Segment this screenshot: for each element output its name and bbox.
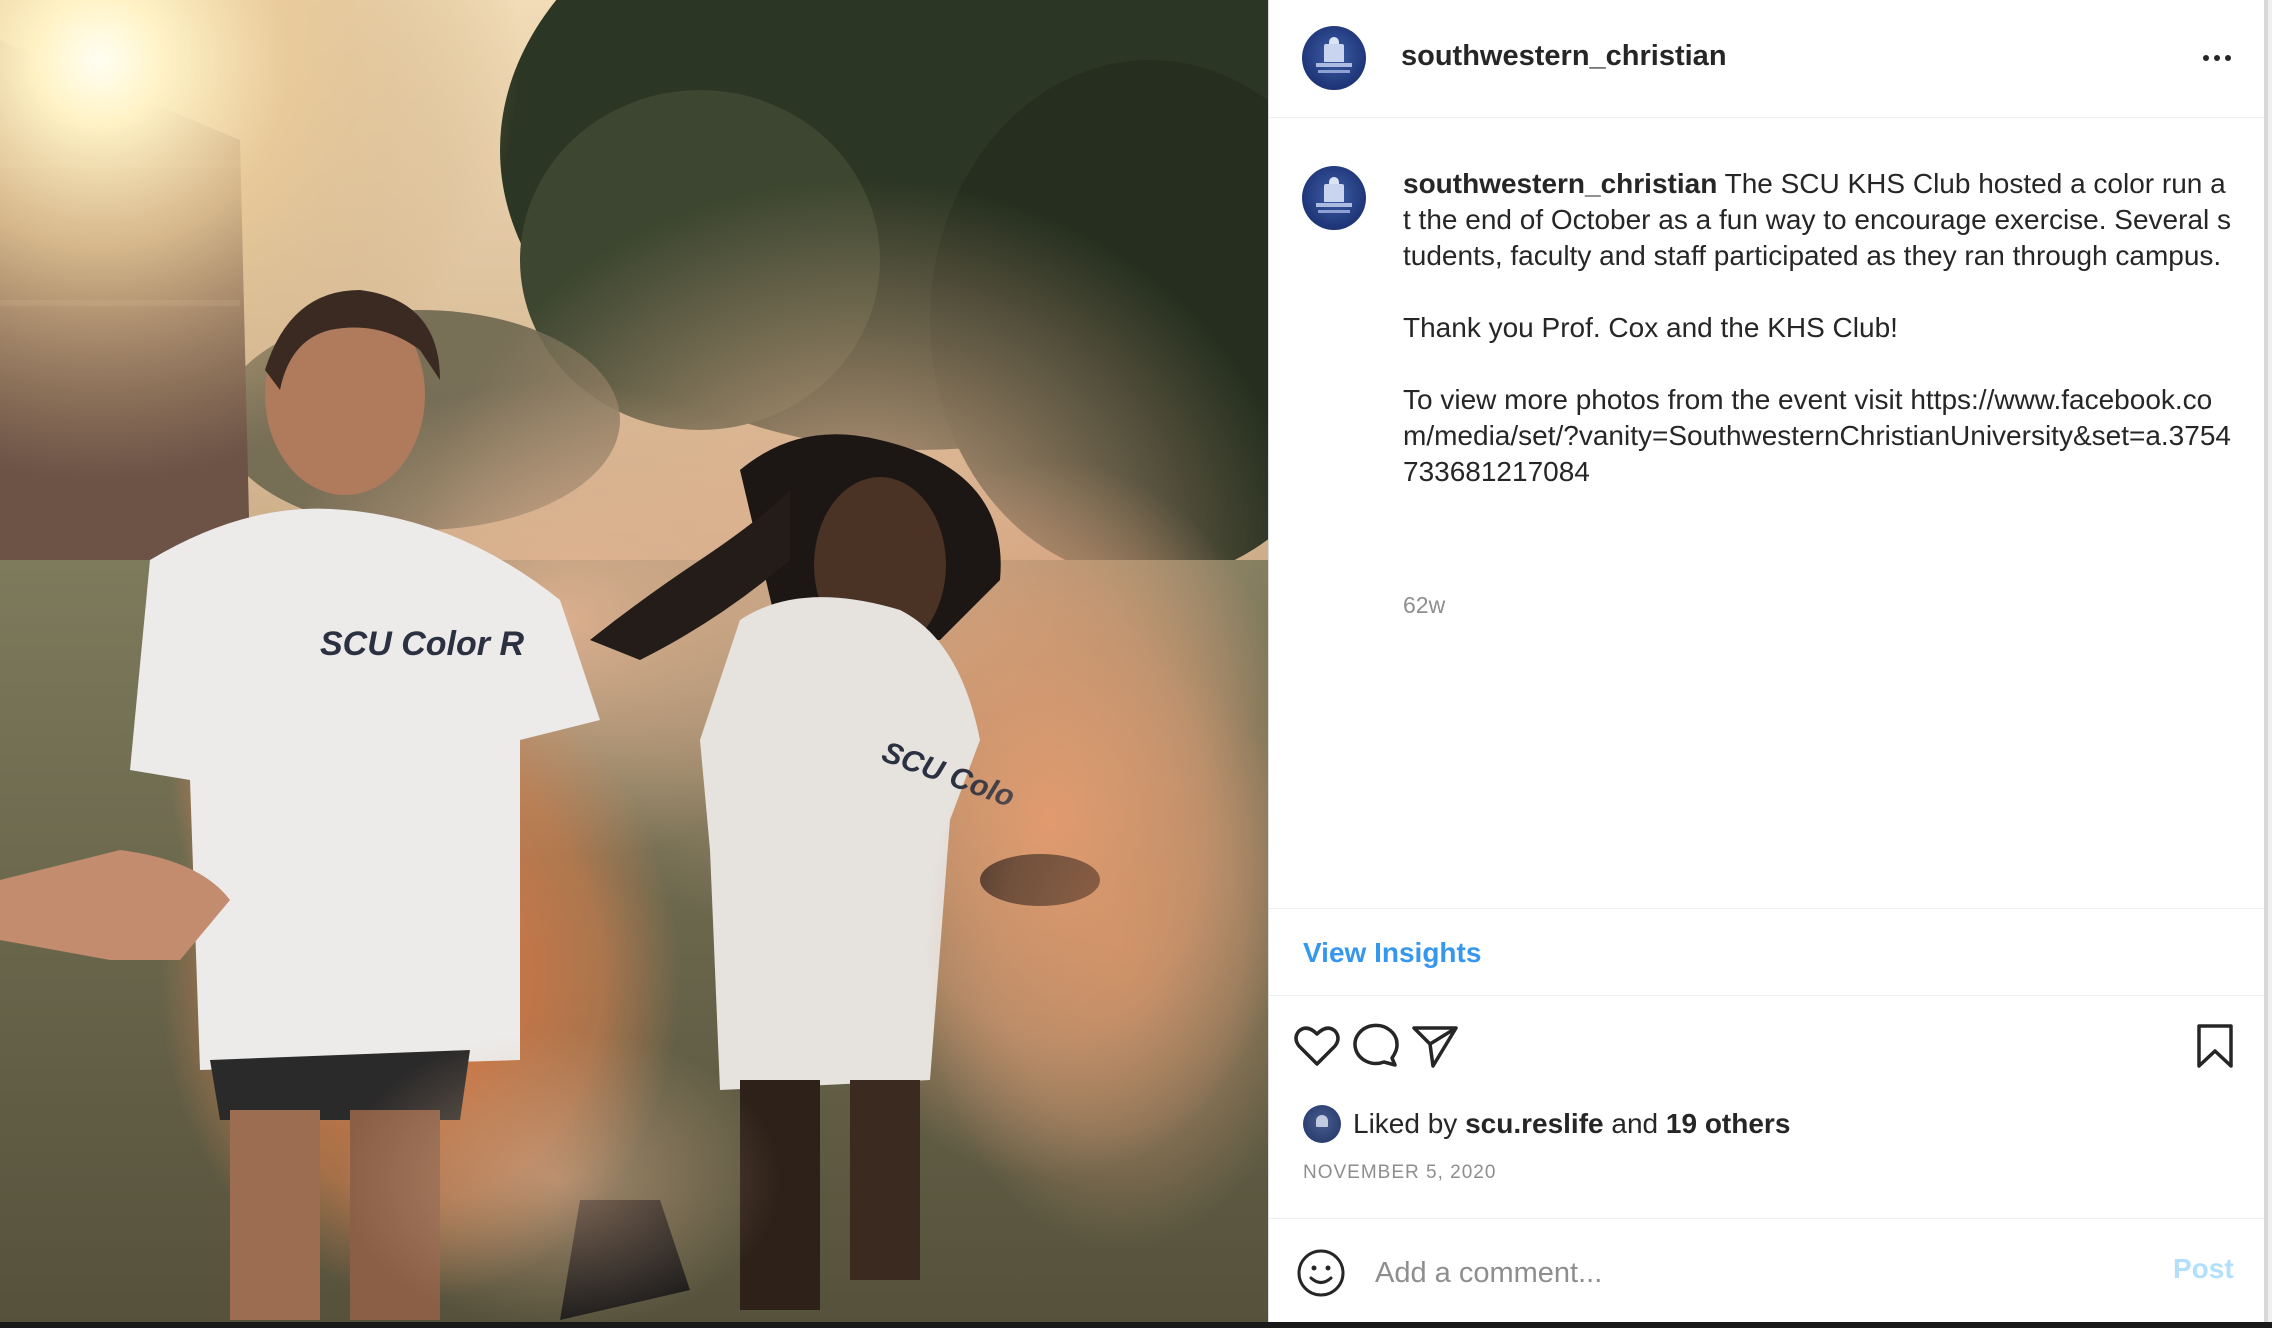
comment-bar: Post (1269, 1218, 2265, 1322)
more-dot (2225, 55, 2231, 61)
post-details-panel: southwestern_christian southwestern_chri… (1268, 0, 2268, 1322)
caption-text: The SCU KHS Club hosted a color run at t… (1403, 168, 2232, 487)
window-bottom-edge (0, 1322, 2272, 1328)
heart-icon[interactable] (1289, 1018, 1345, 1074)
post-caption: southwestern_christian The SCU KHS Club … (1403, 166, 2233, 490)
comment-input[interactable] (1373, 1243, 2077, 1303)
shirt-text-left: SCU Color R (320, 625, 524, 663)
post-age[interactable]: 62w (1403, 592, 1445, 619)
action-bar (1269, 1010, 2265, 1086)
post-date[interactable]: NOVEMBER 5, 2020 (1303, 1162, 1496, 1184)
bookmark-icon[interactable] (2187, 1018, 2243, 1074)
likes-middle: and (1603, 1108, 1666, 1139)
post-photo[interactable]: SCU Color R SCU Colo (0, 0, 1268, 1322)
insights-row: View Insights (1269, 908, 2265, 996)
instagram-post: SCU Color R SCU Colo southwestern_christ… (0, 0, 2272, 1328)
more-dot (2214, 55, 2220, 61)
more-dot (2203, 55, 2209, 61)
comment-icon[interactable] (1347, 1018, 1403, 1074)
caption-username[interactable]: southwestern_christian (1403, 168, 1717, 199)
avatar-logo-base (1316, 63, 1352, 67)
avatar-logo-base (1316, 203, 1352, 207)
account-avatar[interactable] (1302, 26, 1366, 90)
more-options-icon[interactable] (2193, 40, 2241, 76)
likes-prefix: Liked by (1353, 1108, 1466, 1139)
likes-summary: Liked by scu.reslife and 19 others (1303, 1104, 1790, 1144)
avatar-logo-text (1318, 210, 1350, 213)
scrollbar[interactable] (2264, 0, 2268, 1322)
caption-avatar[interactable] (1302, 166, 1366, 230)
color-run-photo: SCU Color R SCU Colo (0, 0, 1268, 1322)
likes-others-link[interactable]: 19 others (1666, 1108, 1791, 1139)
avatar-logo-text (1318, 70, 1350, 73)
share-icon[interactable] (1407, 1018, 1463, 1074)
likes-text: Liked by scu.reslife and 19 others (1353, 1108, 1790, 1140)
liker-avatar[interactable] (1303, 1105, 1341, 1143)
liker-username[interactable]: scu.reslife (1465, 1108, 1604, 1139)
avatar-logo-building (1324, 44, 1344, 62)
view-insights-link[interactable]: View Insights (1303, 937, 1481, 969)
avatar-logo-building (1324, 184, 1344, 202)
post-comment-button[interactable]: Post (2173, 1253, 2234, 1285)
emoji-smile-icon[interactable] (1295, 1247, 1347, 1299)
post-header: southwestern_christian (1269, 0, 2265, 118)
caption-section: southwestern_christian The SCU KHS Club … (1269, 118, 2265, 908)
header-username[interactable]: southwestern_christian (1401, 40, 1727, 73)
